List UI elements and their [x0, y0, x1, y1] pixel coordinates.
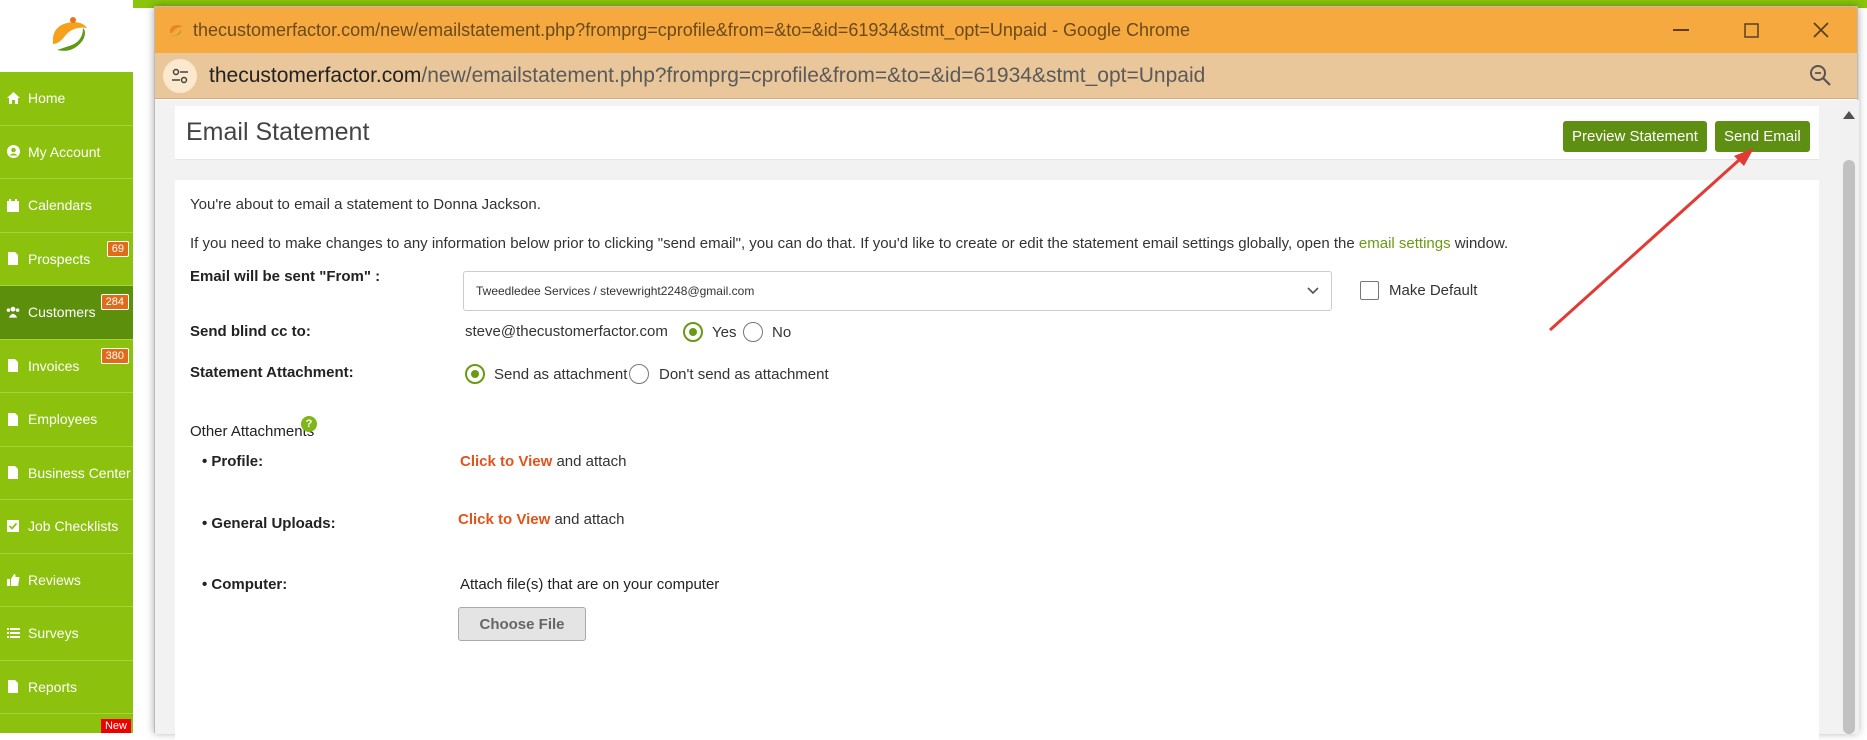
sidebar-item-label: Business Center [28, 464, 131, 481]
bcc-no-radio[interactable] [743, 322, 763, 342]
url-host: thecustomerfactor.com [209, 63, 422, 87]
scroll-up-icon[interactable] [1843, 106, 1855, 124]
close-icon[interactable] [1786, 7, 1856, 53]
background-edge [1858, 8, 1867, 733]
bcc-label: Send blind cc to: [190, 323, 311, 340]
scrollbar[interactable] [1839, 100, 1859, 734]
dont-send-attachment-label: Don't send as attachment [659, 366, 829, 383]
sidebar-item-label: Reports [28, 678, 78, 695]
settings-note: If you need to make changes to any infor… [190, 235, 1508, 252]
minimize-icon[interactable] [1646, 7, 1716, 53]
statement-attachment-label: Statement Attachment: [190, 364, 354, 381]
dont-send-attachment-radio[interactable] [629, 364, 649, 384]
uploads-attach-row: Click to View and attach [458, 511, 625, 528]
bcc-email: steve@thecustomerfactor.com [465, 323, 668, 340]
popup-window: thecustomerfactor.com/new/emailstatement… [154, 6, 1859, 740]
send-attachment-radio[interactable] [465, 364, 485, 384]
app-logo[interactable] [0, 0, 133, 72]
list-icon [6, 626, 20, 640]
site-settings-icon[interactable] [163, 58, 197, 93]
sidebar-item-label: Calendars [28, 197, 92, 214]
help-icon[interactable]: ? [301, 416, 317, 432]
profile-click-to-view-link[interactable]: Click to View [460, 453, 552, 470]
calendar-icon [6, 198, 20, 212]
note-text-end: window. [1454, 235, 1509, 252]
sidebar-item-label: My Account [28, 143, 101, 160]
url-path: /new/emailstatement.php?fromprg=cprofile… [421, 63, 1206, 87]
sidebar: Home My Account Calendars Prospects 69 Cu… [0, 0, 133, 733]
sidebar-item-label: Reviews [28, 571, 81, 588]
count-badge: 284 [100, 294, 129, 310]
sidebar-item-label: Home [28, 90, 66, 107]
window-title: thecustomerfactor.com/new/emailstatement… [193, 19, 1191, 40]
computer-attach-text: Attach file(s) that are on your computer [460, 576, 720, 593]
intro-text: You're about to email a statement to Don… [190, 196, 541, 213]
maximize-icon[interactable] [1716, 7, 1786, 53]
document-icon [6, 252, 20, 266]
from-label: Email will be sent "From" : [190, 268, 381, 285]
sidebar-item-reports[interactable]: Reports [0, 661, 133, 714]
make-default-checkbox[interactable] [1360, 281, 1379, 300]
and-attach-text: and attach [554, 511, 625, 528]
choose-file-button[interactable]: Choose File [458, 607, 586, 641]
home-icon [6, 91, 20, 105]
sidebar-item-invoices[interactable]: Invoices 380 [0, 340, 133, 393]
sidebar-item-label: Surveys [28, 625, 79, 642]
bcc-no-label: No [772, 324, 792, 341]
count-badge: 69 [106, 240, 129, 257]
other-attachments-label: Other Attachments [190, 423, 315, 440]
thumbs-up-icon [6, 573, 20, 587]
sidebar-item-label: Employees [28, 411, 98, 428]
annotation-arrow-icon [1548, 148, 1754, 332]
profile-label: • Profile: [202, 453, 264, 470]
address-bar[interactable]: thecustomerfactor.com/new/emailstatement… [155, 53, 1857, 99]
sidebar-item-employees[interactable]: Employees [0, 393, 133, 447]
user-circle-icon [6, 145, 20, 159]
sidebar-item-prospects[interactable]: Prospects 69 [0, 233, 133, 286]
and-attach-text: and attach [556, 453, 627, 470]
email-settings-link[interactable]: email settings [1359, 235, 1451, 252]
sidebar-item-reviews[interactable]: Reviews [0, 554, 133, 607]
computer-label: • Computer: [202, 576, 288, 593]
sidebar-item-surveys[interactable]: Surveys [0, 607, 133, 661]
scrollbar-thumb[interactable] [1843, 160, 1855, 734]
document-icon [6, 412, 20, 426]
site-favicon-icon [167, 22, 183, 38]
sidebar-item-calendars[interactable]: Calendars [0, 179, 133, 233]
document-icon [6, 466, 20, 480]
sidebar-item-home[interactable]: Home [0, 72, 133, 126]
chevron-down-icon [1307, 284, 1319, 298]
window-titlebar[interactable]: thecustomerfactor.com/new/emailstatement… [155, 7, 1857, 53]
from-select[interactable]: Tweedledee Services / stevewright2248@gm… [463, 271, 1332, 311]
users-icon [6, 305, 20, 319]
sidebar-item-job-checklists[interactable]: Job Checklists [0, 500, 133, 554]
bcc-yes-label: Yes [712, 324, 737, 341]
make-default-label: Make Default [1389, 282, 1478, 299]
page-title: Email Statement [186, 118, 370, 146]
from-select-value: Tweedledee Services / stevewright2248@gm… [476, 284, 755, 298]
new-tag: New [100, 719, 131, 733]
document-icon [6, 359, 20, 373]
sidebar-item-label: Customers [28, 304, 96, 321]
sidebar-item-customers[interactable]: Customers 284 [0, 286, 133, 340]
document-icon [6, 680, 20, 694]
sidebar-item-business-center[interactable]: Business Center [0, 447, 133, 500]
sidebar-nav: Home My Account Calendars Prospects 69 Cu… [0, 72, 133, 714]
count-badge: 380 [100, 347, 129, 364]
profile-attach-row: Click to View and attach [460, 453, 627, 470]
checkbox-icon [6, 519, 20, 533]
note-text: If you need to make changes to any infor… [190, 235, 1355, 252]
bcc-yes-radio[interactable] [683, 322, 703, 342]
send-attachment-label: Send as attachment [494, 366, 628, 383]
uploads-click-to-view-link[interactable]: Click to View [458, 511, 550, 528]
sidebar-item-label: Prospects [28, 250, 91, 267]
url-text[interactable]: thecustomerfactor.com/new/emailstatement… [209, 64, 1205, 88]
zoom-icon[interactable] [1809, 64, 1831, 91]
sidebar-item-label: Invoices [28, 357, 80, 374]
sidebar-item-my-account[interactable]: My Account [0, 126, 133, 179]
general-uploads-label: • General Uploads: [202, 515, 336, 532]
sidebar-item-label: Job Checklists [28, 518, 119, 535]
